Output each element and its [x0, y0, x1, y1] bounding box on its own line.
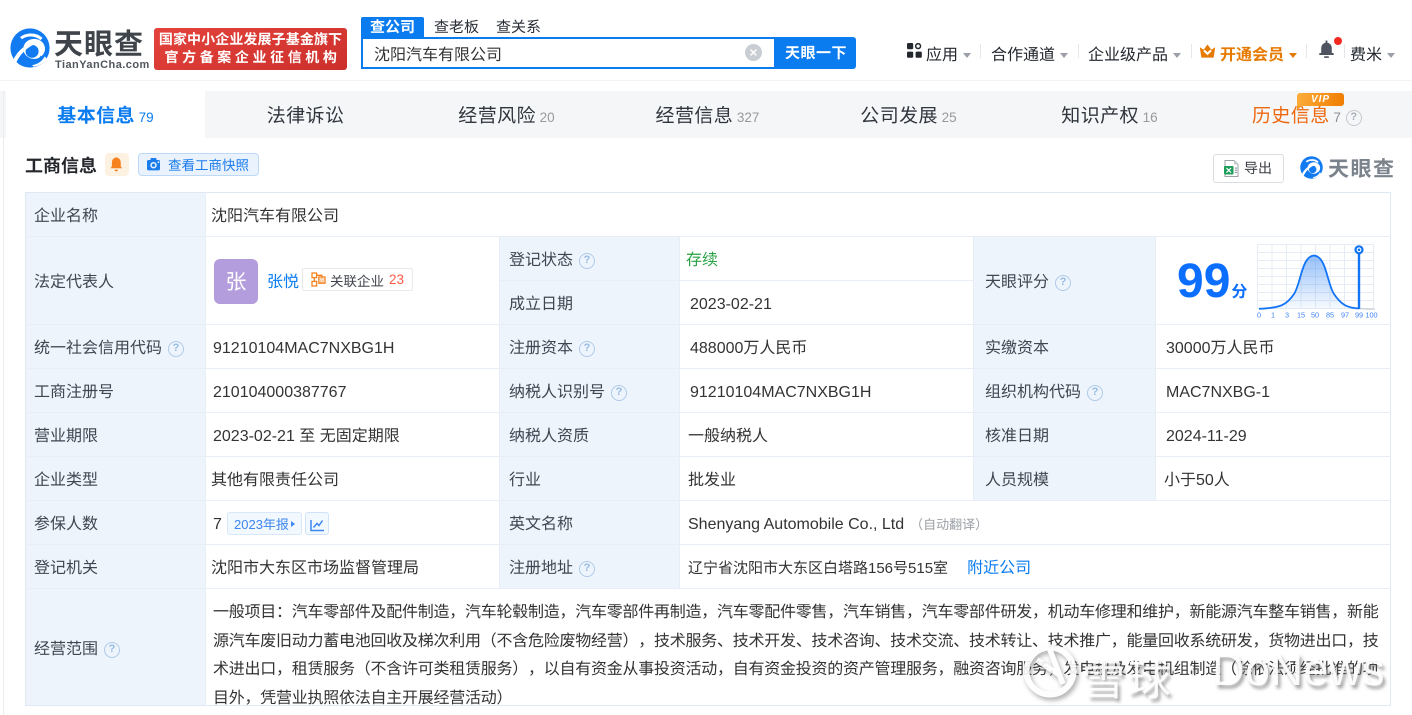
svg-text:50: 50 [1311, 311, 1319, 320]
svg-text:15: 15 [1297, 311, 1305, 320]
svg-text:85: 85 [1326, 311, 1334, 320]
svg-text:100: 100 [1365, 311, 1377, 320]
svg-text:97: 97 [1341, 311, 1349, 320]
svg-text:3: 3 [1285, 311, 1289, 320]
svg-text:1: 1 [1271, 311, 1275, 320]
svg-text:99: 99 [1355, 311, 1363, 320]
svg-text:0: 0 [1257, 311, 1261, 320]
svg-text:企: 企 [319, 276, 325, 284]
